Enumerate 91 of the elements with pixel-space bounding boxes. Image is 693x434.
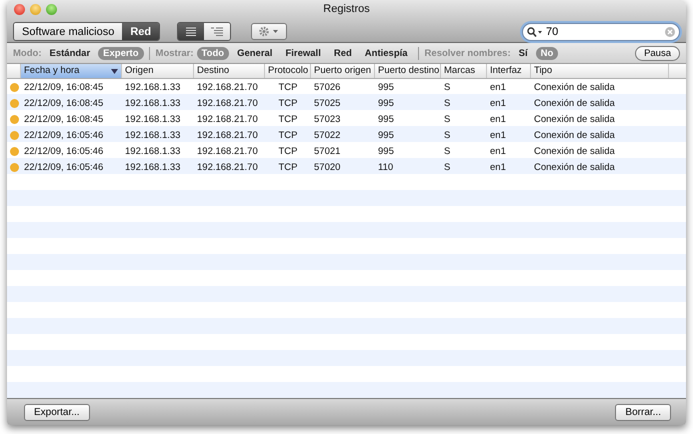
action-button[interactable]: Borrar...	[615, 404, 671, 420]
table-cell-text: TCP	[278, 146, 298, 156]
table-cell-text: en1	[489, 114, 507, 124]
filter-option[interactable]: Firewall	[280, 46, 326, 60]
table-cell-text: 192.168.1.33	[124, 162, 182, 172]
window-title: Registros	[323, 3, 370, 15]
column-header[interactable]: Puerto destino	[375, 64, 441, 78]
column-header[interactable]: Puerto origen	[311, 64, 375, 78]
table-cell-text: en1	[489, 130, 507, 140]
table-cell-text: en1	[489, 146, 507, 156]
list-icon	[186, 27, 196, 36]
column-header[interactable]: Tipo	[531, 64, 669, 78]
table-cell-text: Conexión de salida	[533, 98, 616, 108]
clear-icon[interactable]	[665, 26, 675, 36]
column-header[interactable]: Fecha y hora	[21, 64, 122, 78]
segment-tab[interactable]: Red	[122, 23, 160, 40]
filter-label: Modo:	[13, 48, 42, 58]
table-cell-text: 192.168.1.33	[124, 114, 182, 124]
table-cell-text: en1	[489, 82, 507, 92]
table-cell-text: TCP	[278, 130, 298, 140]
table-cell-text: 192.168.21.70	[196, 130, 259, 140]
table-cell-text: 192.168.1.33	[124, 130, 182, 140]
table-cell-text: S	[443, 162, 452, 172]
close-button[interactable]	[14, 4, 25, 15]
table-cell-text: 192.168.21.70	[196, 114, 259, 124]
table-cell-text: 192.168.1.33	[124, 98, 182, 108]
table-cell-text: 192.168.21.70	[196, 82, 259, 92]
list-view-button[interactable]	[178, 23, 204, 40]
filter-label: Mostrar:	[156, 48, 194, 58]
table-cell-text: Conexión de salida	[533, 114, 616, 124]
table-cell-text: en1	[489, 98, 507, 108]
filter-option[interactable]: Sí	[514, 46, 533, 60]
table-cell-text: 57021	[313, 146, 342, 156]
pause-button[interactable]: Pausa	[635, 46, 680, 60]
table-cell-text: S	[443, 98, 452, 108]
action-button[interactable]: Exportar...	[24, 404, 90, 420]
table-cell-text: TCP	[278, 82, 298, 92]
table-cell-text: 22/12/09, 16:05:46	[23, 162, 104, 172]
search-field[interactable]: 70	[522, 22, 680, 40]
table-cell-text: 110	[377, 162, 394, 172]
table-cell-text: 995	[377, 82, 395, 92]
table-cell-text: 22/12/09, 16:08:45	[23, 114, 104, 124]
outline-list-icon	[211, 27, 224, 36]
table-cell-text: 192.168.21.70	[196, 146, 259, 156]
table-cell-text: 995	[377, 146, 395, 156]
table-cell-text: 192.168.1.33	[124, 82, 182, 92]
table-cell-text: 22/12/09, 16:05:46	[23, 130, 104, 140]
table-cell-text: 995	[377, 114, 395, 124]
table-cell-text: 22/12/09, 16:08:45	[23, 82, 104, 92]
table-cell-text: Conexión de salida	[533, 162, 616, 172]
segment-tab[interactable]: Software malicioso	[14, 23, 122, 40]
table-cell-text: S	[443, 114, 452, 124]
table-cell-text: en1	[489, 162, 507, 172]
table-cell-text: 995	[377, 130, 395, 140]
action-menu-button[interactable]	[251, 23, 288, 40]
table-cell-text: TCP	[278, 114, 298, 124]
table-cell-text: S	[443, 146, 452, 156]
search-icon	[527, 26, 543, 36]
search-input[interactable]: 70	[546, 26, 662, 38]
column-header[interactable]: Interfaz	[487, 64, 531, 78]
table-cell-text: 192.168.21.70	[196, 162, 259, 172]
detail-view-button[interactable]	[204, 23, 230, 40]
gear-icon	[258, 26, 280, 37]
filter-option[interactable]: Antiespía	[360, 46, 413, 60]
table-cell-text: 57026	[313, 82, 342, 92]
zoom-button[interactable]	[46, 4, 57, 15]
table-cell-text: 192.168.1.33	[124, 146, 182, 156]
column-header[interactable]: Origen	[122, 64, 194, 78]
table-cell-text: 995	[377, 98, 395, 108]
table-cell-text: 22/12/09, 16:08:45	[23, 98, 104, 108]
table-cell-text: 57023	[313, 114, 342, 124]
sort-arrow-icon	[111, 68, 118, 74]
table-cell-text: Conexión de salida	[533, 130, 616, 140]
table-cell-text: Conexión de salida	[533, 146, 616, 156]
table-cell-text: 57025	[313, 98, 342, 108]
table-cell-text: S	[443, 130, 452, 140]
table-cell-text: TCP	[278, 162, 298, 172]
column-header[interactable]: Marcas	[441, 64, 487, 78]
table-cell-text: 57020	[313, 162, 342, 172]
table-cell-text: Conexión de salida	[533, 82, 616, 92]
table-cell-text: 22/12/09, 16:05:46	[23, 146, 104, 156]
column-header[interactable]: Destino	[194, 64, 265, 78]
column-header[interactable]: Protocolo	[265, 64, 311, 78]
table-cell-text: TCP	[278, 98, 298, 108]
table-cell-text: S	[443, 82, 452, 92]
table-cell-text: 57022	[313, 130, 342, 140]
filter-option[interactable]: Red	[328, 46, 357, 60]
filter-option[interactable]: General	[232, 46, 278, 60]
filter-option[interactable]: Estándar	[44, 46, 96, 60]
filter-label: Resolver nombres:	[424, 48, 511, 58]
table-cell-text: 192.168.21.70	[196, 98, 259, 108]
